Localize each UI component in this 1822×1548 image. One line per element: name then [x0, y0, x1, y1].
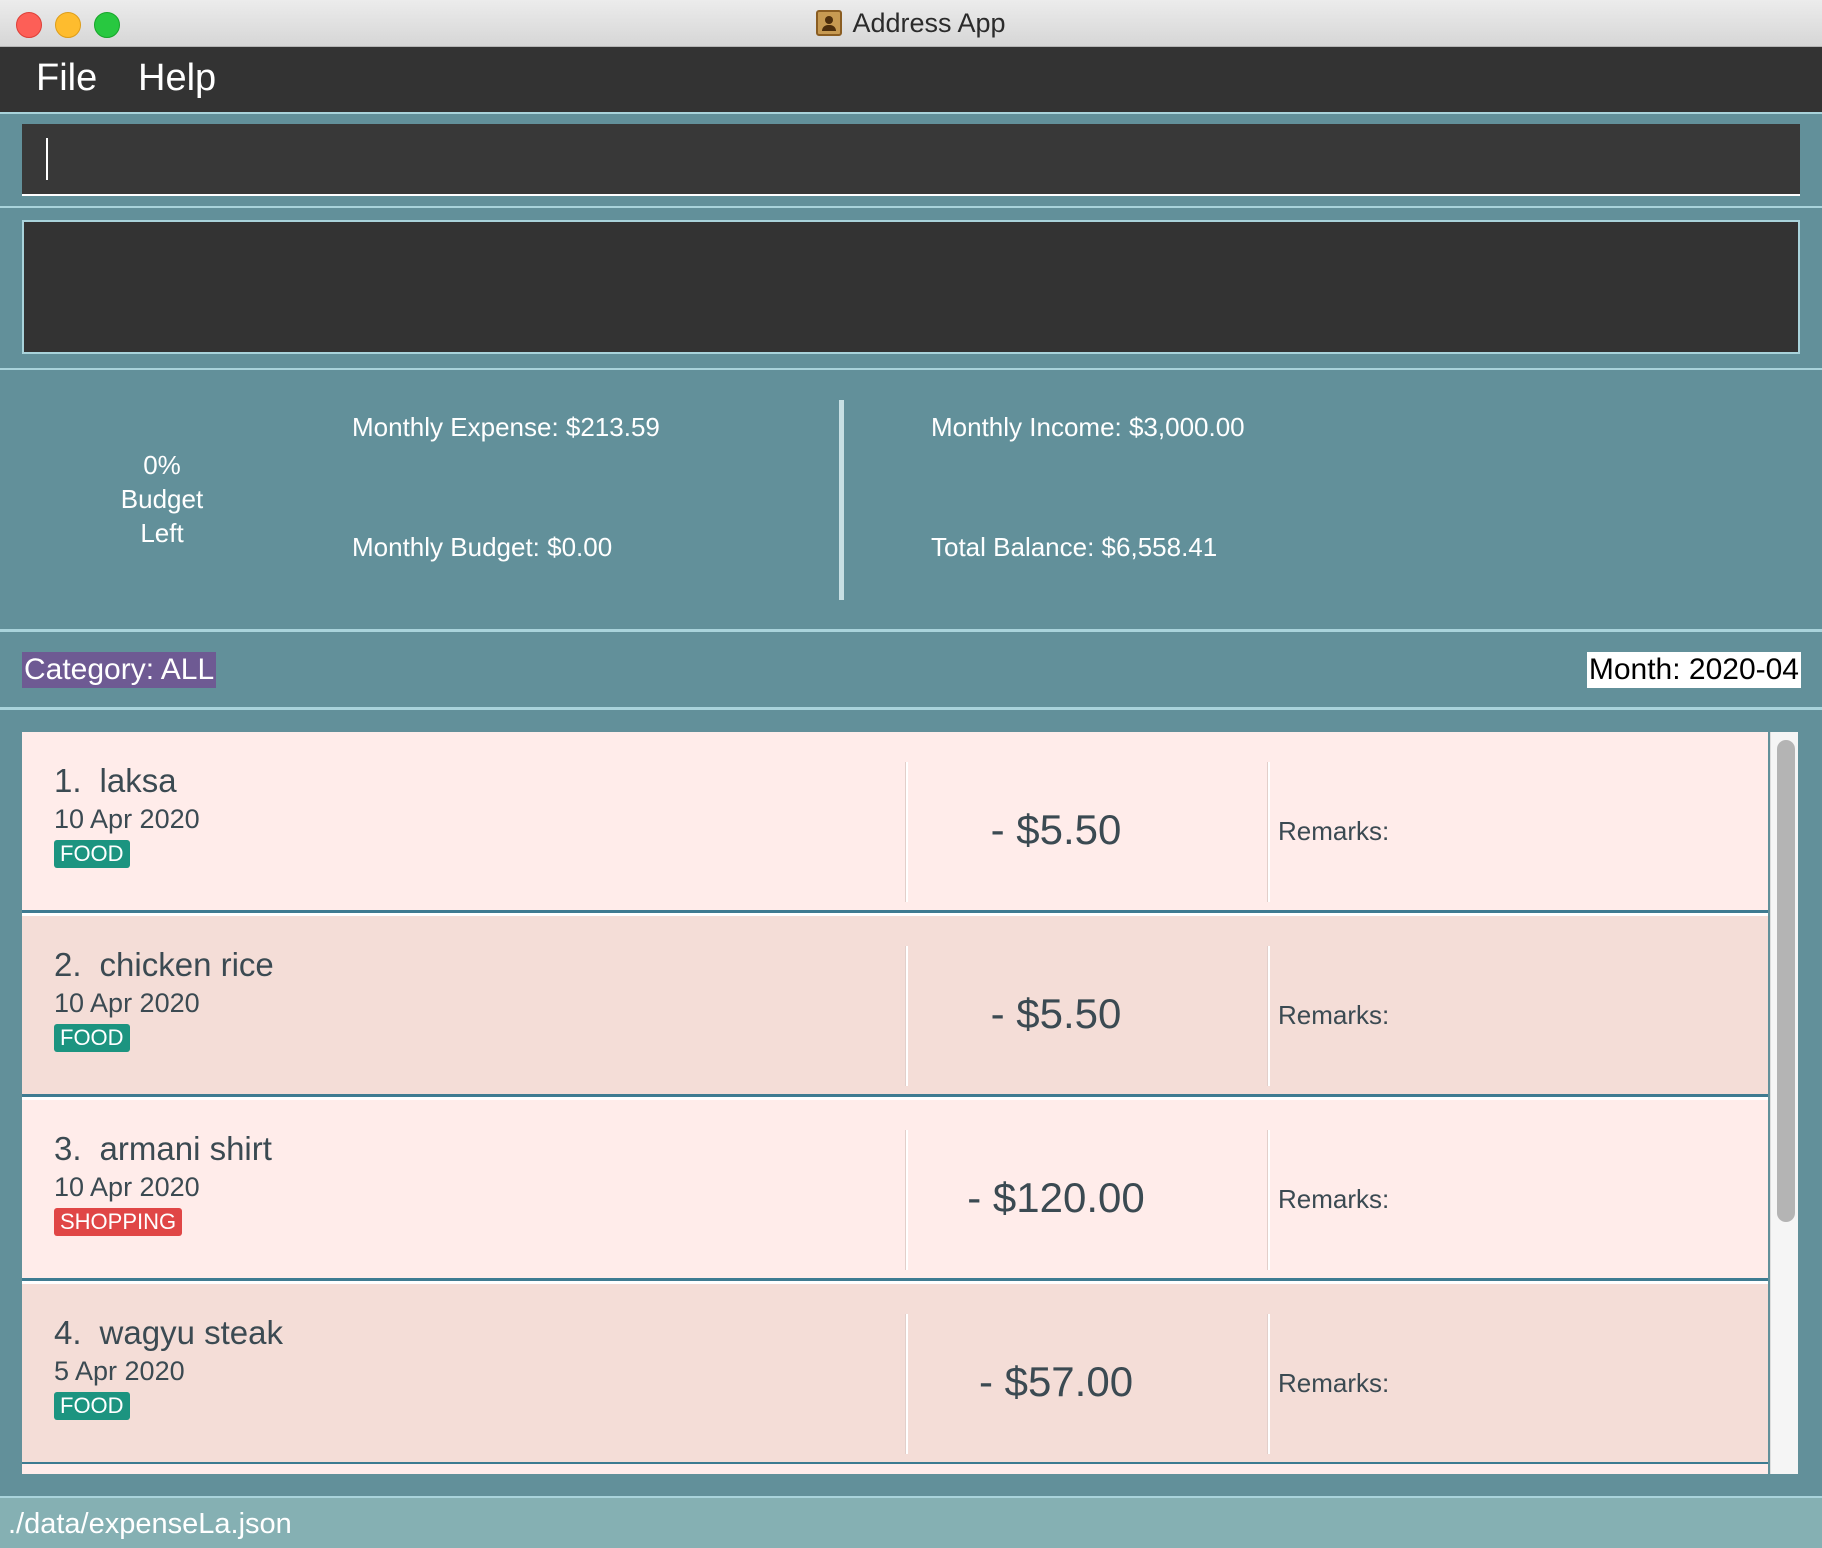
expense-card[interactable]: 3. armani shirt 10 Apr 2020 SHOPPING - $1…	[22, 1100, 1768, 1281]
command-input[interactable]	[22, 124, 1800, 196]
expense-name: wagyu steak	[99, 1314, 283, 1351]
window-title-container: Address App	[0, 0, 1822, 46]
budget-left-indicator: 0% Budget Left	[62, 448, 262, 550]
expense-amount: - $57.00	[978, 1358, 1134, 1405]
text-cursor	[46, 138, 48, 180]
expense-list[interactable]: 1. laksa 10 Apr 2020 FOOD - $5.50 Remarks…	[22, 732, 1768, 1474]
category-filter-label: Category: ALL	[22, 652, 217, 688]
summary-panel: 0% Budget Left Monthly Expense: $213.59 …	[0, 370, 1822, 632]
expense-title: 2. chicken rice	[54, 946, 274, 984]
expense-remarks: Remarks:	[1278, 816, 1390, 846]
category-tag: FOOD	[54, 1392, 130, 1420]
budget-label: Budget	[120, 484, 204, 514]
command-box-panel	[0, 112, 1822, 208]
expense-index: 3.	[54, 1130, 82, 1167]
category-tag: FOOD	[54, 840, 130, 868]
list-scrollbar[interactable]	[1770, 732, 1798, 1474]
result-display	[22, 220, 1800, 354]
expense-remarks: Remarks:	[1278, 1000, 1390, 1030]
expense-index: 2.	[54, 946, 82, 983]
expense-name: laksa	[99, 762, 177, 799]
scrollbar-thumb[interactable]	[1777, 740, 1795, 1222]
expense-title: 4. wagyu steak	[54, 1314, 283, 1352]
column-divider	[1267, 1130, 1270, 1270]
expense-date: 10 Apr 2020	[54, 1172, 200, 1202]
window-title: Address App	[852, 7, 1006, 38]
menu-bar: File Help	[0, 47, 1822, 112]
result-display-panel	[0, 210, 1822, 370]
menu-help[interactable]: Help	[138, 57, 216, 100]
title-bar: Address App	[0, 0, 1822, 47]
expense-date: 10 Apr 2020	[54, 804, 200, 834]
expense-index: 1.	[54, 762, 82, 799]
monthly-expense: Monthly Expense: $213.59	[352, 412, 660, 442]
data-file-path: ./data/expenseLa.json	[8, 1508, 292, 1540]
total-balance: Total Balance: $6,558.41	[931, 532, 1218, 562]
expense-title: 1. laksa	[54, 762, 177, 800]
expense-title: 3. armani shirt	[54, 1130, 272, 1168]
expense-amount: - $120.00	[967, 1174, 1145, 1221]
expense-card[interactable]: 2. chicken rice 10 Apr 2020 FOOD - $5.50 …	[22, 916, 1768, 1097]
budget-left-label: Left	[140, 518, 184, 548]
expense-index: 4.	[54, 1314, 82, 1351]
monthly-income: Monthly Income: $3,000.00	[931, 412, 1245, 442]
category-tag: SHOPPING	[54, 1208, 183, 1236]
budget-percent: 0%	[143, 450, 181, 480]
expense-date: 5 Apr 2020	[54, 1356, 185, 1386]
column-divider	[1267, 946, 1270, 1086]
column-divider	[1267, 762, 1270, 902]
address-book-icon	[816, 10, 843, 36]
next-card-partial	[22, 1464, 1768, 1474]
expense-name: armani shirt	[99, 1130, 272, 1167]
expense-card[interactable]: 4. wagyu steak 5 Apr 2020 FOOD - $57.00 R…	[22, 1284, 1768, 1465]
column-divider	[1267, 1314, 1270, 1454]
expense-remarks: Remarks:	[1278, 1368, 1390, 1398]
filter-bar: Category: ALL Month: 2020-04	[0, 632, 1822, 710]
monthly-budget: Monthly Budget: $0.00	[352, 532, 613, 562]
summary-divider	[839, 400, 844, 600]
menu-file[interactable]: File	[36, 57, 97, 100]
expense-amount: - $5.50	[990, 990, 1122, 1037]
expense-date: 10 Apr 2020	[54, 988, 200, 1018]
expense-name: chicken rice	[99, 946, 274, 983]
status-bar: ./data/expenseLa.json	[0, 1496, 1822, 1548]
expense-remarks: Remarks:	[1278, 1184, 1390, 1214]
expense-amount: - $5.50	[990, 806, 1122, 853]
expense-card[interactable]: 1. laksa 10 Apr 2020 FOOD - $5.50 Remarks…	[22, 732, 1768, 913]
app-window: Address App File Help 0% Budget Left Mon…	[0, 0, 1822, 1548]
category-tag: FOOD	[54, 1024, 130, 1052]
month-filter-label: Month: 2020-04	[1586, 652, 1801, 688]
